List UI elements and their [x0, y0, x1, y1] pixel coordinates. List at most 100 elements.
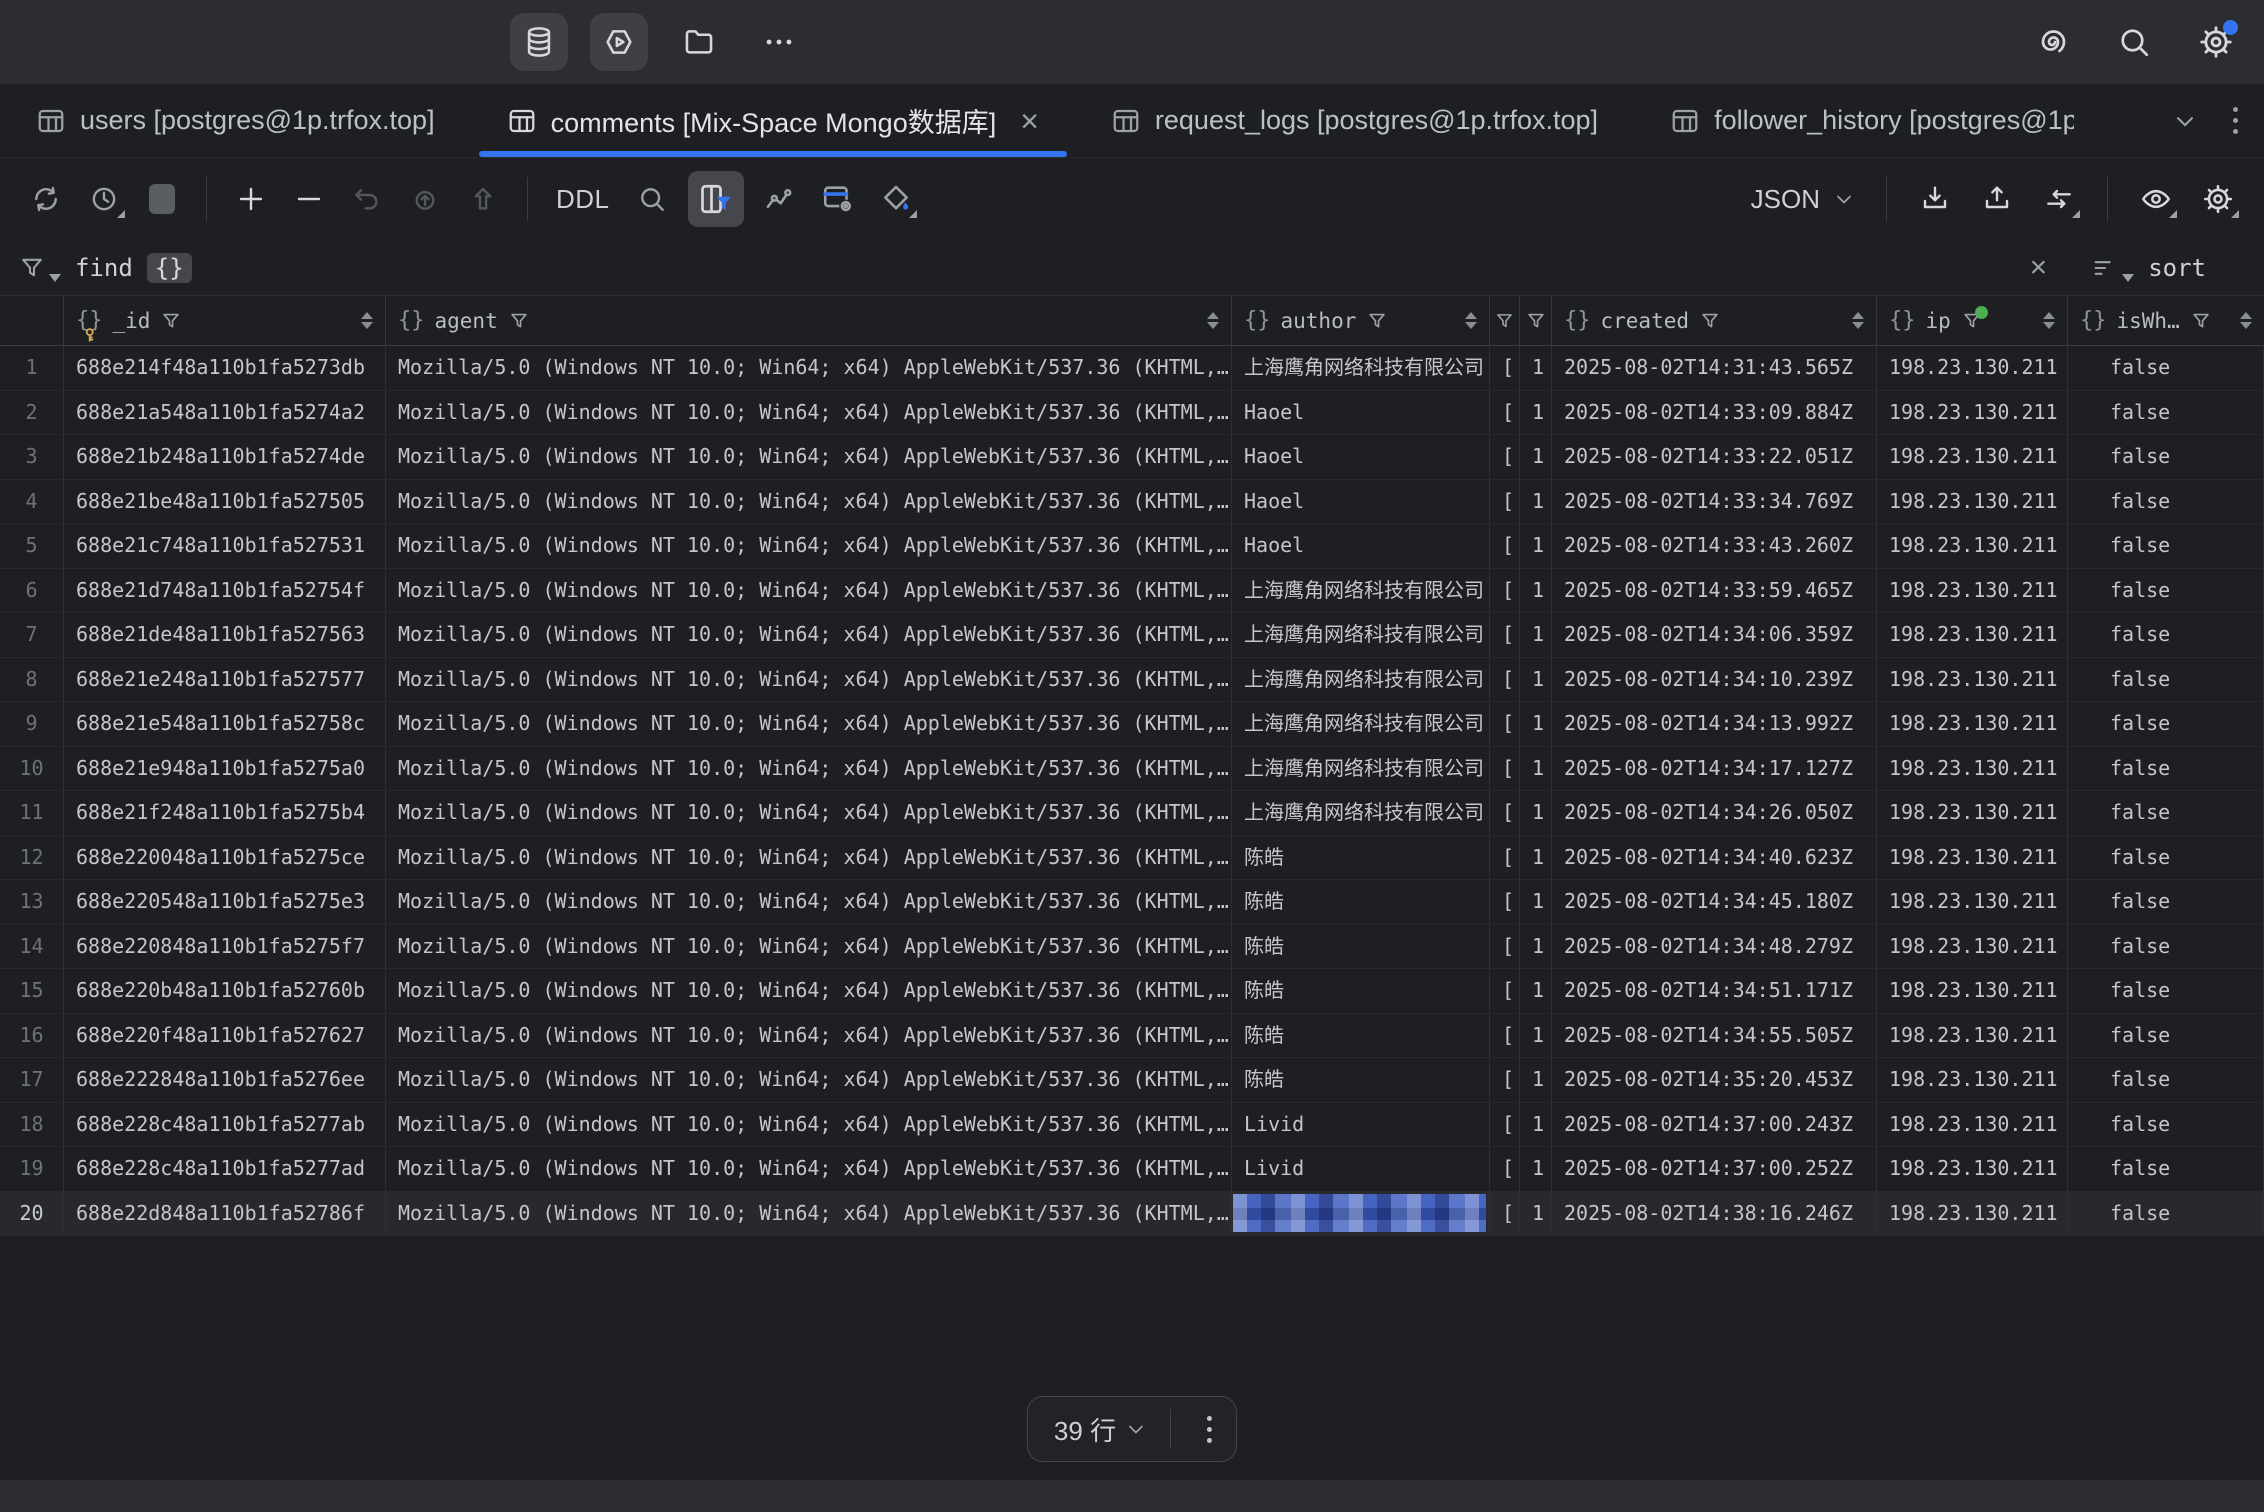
cell-id[interactable]: 688e220548a110b1fa5275e3 — [64, 880, 386, 924]
row-number[interactable]: 5 — [0, 524, 64, 568]
cell-children-bracket[interactable]: [ — [1490, 925, 1520, 969]
cell-iswhispers[interactable]: false — [2068, 836, 2264, 880]
cell-id[interactable]: 688e21d748a110b1fa52754f — [64, 569, 386, 613]
table-row[interactable]: 12688e220048a110b1fa5275ceMozilla/5.0 (W… — [0, 836, 2264, 881]
cell-created[interactable]: 2025-08-02T14:33:59.465Z — [1552, 569, 1877, 613]
cell-count[interactable]: 1 — [1520, 658, 1552, 702]
format-dropdown[interactable]: JSON — [1751, 184, 1860, 215]
files-button[interactable] — [670, 13, 728, 71]
cell-iswhispers[interactable]: false — [2068, 1058, 2264, 1102]
cell-count[interactable]: 1 — [1520, 346, 1552, 390]
column-filter-icon[interactable] — [1525, 310, 1547, 332]
row-count-dropdown[interactable]: 39 行 — [1054, 1411, 1116, 1448]
table-row[interactable]: 5688e21c748a110b1fa527531Mozilla/5.0 (Wi… — [0, 524, 2264, 569]
stop-button[interactable] — [140, 177, 184, 221]
tab-follower-history[interactable]: follower_history [postgres@1p.trfo — [1634, 84, 2110, 157]
find-query-chip[interactable]: {} — [147, 253, 192, 283]
cell-agent[interactable]: Mozilla/5.0 (Windows NT 10.0; Win64; x64… — [386, 747, 1232, 791]
cell-children-bracket[interactable]: [ — [1490, 747, 1520, 791]
cell-children-bracket[interactable]: [ — [1490, 1058, 1520, 1102]
cell-created[interactable]: 2025-08-02T14:33:43.260Z — [1552, 524, 1877, 568]
row-number[interactable]: 12 — [0, 836, 64, 880]
cell-created[interactable]: 2025-08-02T14:34:13.992Z — [1552, 702, 1877, 746]
column-filter-icon[interactable] — [2190, 310, 2212, 332]
tab-options-kebab-icon[interactable] — [2233, 107, 2238, 134]
cell-children-bracket[interactable]: [ — [1490, 969, 1520, 1013]
row-number[interactable]: 13 — [0, 880, 64, 924]
cell-ip[interactable]: 198.23.130.211 — [1877, 658, 2068, 702]
table-row[interactable]: 15688e220b48a110b1fa52760bMozilla/5.0 (W… — [0, 969, 2264, 1014]
settings-button[interactable] — [2190, 16, 2242, 68]
view-options-button[interactable] — [2134, 177, 2178, 221]
cell-count[interactable]: 1 — [1520, 880, 1552, 924]
cell-created[interactable]: 2025-08-02T14:33:09.884Z — [1552, 391, 1877, 435]
cell-children-bracket[interactable]: [ — [1490, 346, 1520, 390]
cell-created[interactable]: 2025-08-02T14:34:48.279Z — [1552, 925, 1877, 969]
cell-agent[interactable]: Mozilla/5.0 (Windows NT 10.0; Win64; x64… — [386, 346, 1232, 390]
cell-ip[interactable]: 198.23.130.211 — [1877, 1192, 2068, 1236]
cell-count[interactable]: 1 — [1520, 435, 1552, 479]
cell-ip[interactable]: 198.23.130.211 — [1877, 480, 2068, 524]
pagination-options-kebab-icon[interactable] — [1193, 1416, 1226, 1443]
cell-count[interactable]: 1 — [1520, 836, 1552, 880]
cell-created[interactable]: 2025-08-02T14:34:55.505Z — [1552, 1014, 1877, 1058]
cell-created[interactable]: 2025-08-02T14:38:16.246Z — [1552, 1192, 1877, 1236]
cell-agent[interactable]: Mozilla/5.0 (Windows NT 10.0; Win64; x64… — [386, 480, 1232, 524]
row-number[interactable]: 8 — [0, 658, 64, 702]
cell-author[interactable]: 上海鹰角网络科技有限公司 — [1232, 346, 1490, 390]
cell-created[interactable]: 2025-08-02T14:33:34.769Z — [1552, 480, 1877, 524]
cell-agent[interactable]: Mozilla/5.0 (Windows NT 10.0; Win64; x64… — [386, 836, 1232, 880]
table-row[interactable]: 13688e220548a110b1fa5275e3Mozilla/5.0 (W… — [0, 880, 2264, 925]
column-header-iswhispers[interactable]: {} isWh… — [2068, 296, 2264, 345]
cell-id[interactable]: 688e21a548a110b1fa5274a2 — [64, 391, 386, 435]
cell-id[interactable]: 688e214f48a110b1fa5273db — [64, 346, 386, 390]
row-number[interactable]: 18 — [0, 1103, 64, 1147]
cell-author[interactable]: 陈皓 — [1232, 1058, 1490, 1102]
cell-ip[interactable]: 198.23.130.211 — [1877, 569, 2068, 613]
table-settings-button[interactable] — [816, 177, 860, 221]
cell-id[interactable]: 688e21e548a110b1fa52758c — [64, 702, 386, 746]
cell-created[interactable]: 2025-08-02T14:34:45.180Z — [1552, 880, 1877, 924]
cell-created[interactable]: 2025-08-02T14:34:17.127Z — [1552, 747, 1877, 791]
cell-ip[interactable]: 198.23.130.211 — [1877, 969, 2068, 1013]
row-number[interactable]: 15 — [0, 969, 64, 1013]
row-number[interactable]: 3 — [0, 435, 64, 479]
cell-author[interactable]: 上海鹰角网络科技有限公司 — [1232, 613, 1490, 657]
cell-children-bracket[interactable]: [ — [1490, 1147, 1520, 1191]
cell-iswhispers[interactable]: false — [2068, 391, 2264, 435]
cell-count[interactable]: 1 — [1520, 524, 1552, 568]
cell-id[interactable]: 688e220048a110b1fa5275ce — [64, 836, 386, 880]
cell-count[interactable]: 1 — [1520, 747, 1552, 791]
cell-id[interactable]: 688e228c48a110b1fa5277ab — [64, 1103, 386, 1147]
column-header-author[interactable]: {} author — [1232, 296, 1490, 345]
cell-author[interactable]: Livid — [1232, 1103, 1490, 1147]
cell-children-bracket[interactable]: [ — [1490, 702, 1520, 746]
row-number[interactable]: 11 — [0, 791, 64, 835]
table-row[interactable]: 16688e220f48a110b1fa527627Mozilla/5.0 (W… — [0, 1014, 2264, 1059]
table-row[interactable]: 14688e220848a110b1fa5275f7Mozilla/5.0 (W… — [0, 925, 2264, 970]
sort-button[interactable]: sort — [2091, 254, 2206, 282]
compare-button[interactable] — [2037, 177, 2081, 221]
filter-menu-button[interactable] — [18, 254, 61, 282]
cell-children-bracket[interactable]: [ — [1490, 836, 1520, 880]
cell-agent[interactable]: Mozilla/5.0 (Windows NT 10.0; Win64; x64… — [386, 613, 1232, 657]
cell-ip[interactable]: 198.23.130.211 — [1877, 391, 2068, 435]
table-row[interactable]: 19688e228c48a110b1fa5277adMozilla/5.0 (W… — [0, 1147, 2264, 1192]
cell-agent[interactable]: Mozilla/5.0 (Windows NT 10.0; Win64; x64… — [386, 1058, 1232, 1102]
cell-id[interactable]: 688e22d848a110b1fa52786f — [64, 1192, 386, 1236]
cell-created[interactable]: 2025-08-02T14:34:10.239Z — [1552, 658, 1877, 702]
cell-created[interactable]: 2025-08-02T14:34:26.050Z — [1552, 791, 1877, 835]
cell-author[interactable]: 上海鹰角网络科技有限公司 — [1232, 791, 1490, 835]
cell-iswhispers[interactable]: false — [2068, 480, 2264, 524]
column-filter-icon[interactable] — [1961, 310, 1983, 332]
column-header-created[interactable]: {} created — [1552, 296, 1877, 345]
table-row[interactable]: 17688e222848a110b1fa5276eeMozilla/5.0 (W… — [0, 1058, 2264, 1103]
cell-iswhispers[interactable]: false — [2068, 925, 2264, 969]
search-in-grid-button[interactable] — [630, 177, 674, 221]
cell-id[interactable]: 688e21c748a110b1fa527531 — [64, 524, 386, 568]
cell-created[interactable]: 2025-08-02T14:31:43.565Z — [1552, 346, 1877, 390]
cell-created[interactable]: 2025-08-02T14:34:51.171Z — [1552, 969, 1877, 1013]
table-row[interactable]: 11688e21f248a110b1fa5275b4Mozilla/5.0 (W… — [0, 791, 2264, 836]
cell-id[interactable]: 688e21f248a110b1fa5275b4 — [64, 791, 386, 835]
cell-iswhispers[interactable]: false — [2068, 569, 2264, 613]
